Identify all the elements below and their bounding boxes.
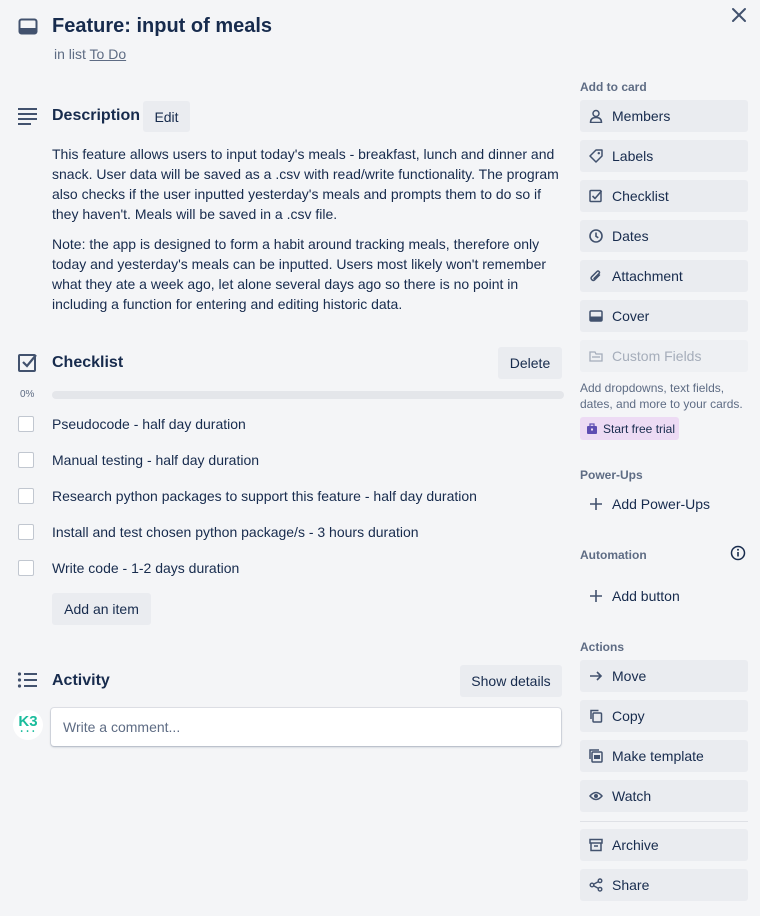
archive-button[interactable]: Archive [580,829,748,861]
comment-input[interactable]: Write a comment... [51,708,561,746]
members-button[interactable]: Members [580,100,748,132]
activity-icon [17,670,39,692]
add-item-button[interactable]: Add an item [52,593,151,625]
copy-icon [589,709,603,723]
description-paragraph: This feature allows users to input today… [52,146,559,222]
labels-label: Labels [612,148,654,164]
share-icon [589,878,603,892]
show-details-button[interactable]: Show details [460,665,562,697]
members-label: Members [612,108,671,124]
cover-icon [589,309,603,323]
checklist-item: Research python packages to support this… [18,486,477,506]
dates-button[interactable]: Dates [580,220,748,252]
add-button-button[interactable]: Add button [580,580,748,612]
checklist-item: Manual testing - half day duration [18,450,259,470]
eye-icon [589,789,603,803]
checklist-checkbox[interactable] [18,416,34,432]
custom-fields-button: Custom Fields [580,340,748,372]
checklist-item: Pseudocode - half day duration [18,414,246,434]
plus-icon [589,497,603,511]
archive-icon [589,838,603,852]
delete-checklist-button[interactable]: Delete [498,347,562,379]
copy-label: Copy [612,708,645,724]
checklist-item-label[interactable]: Pseudocode - half day duration [52,416,246,432]
paperclip-icon [589,269,603,283]
checkbox-icon [589,189,603,203]
close-icon[interactable] [729,5,749,25]
labels-button[interactable]: Labels [580,140,748,172]
move-label: Move [612,668,647,684]
list-prefix: in list [54,46,86,62]
checklist-button[interactable]: Checklist [580,180,748,212]
cover-button[interactable]: Cover [580,300,748,332]
share-label: Share [612,877,650,893]
attachment-button[interactable]: Attachment [580,260,748,292]
checklist-heading[interactable]: Checklist [52,354,123,372]
copy-button[interactable]: Copy [580,700,748,732]
make-template-button[interactable]: Make template [580,740,748,772]
arrow-right-icon [589,669,603,683]
custom-fields-label: Custom Fields [612,348,702,364]
share-button[interactable]: Share [580,869,748,901]
add-to-card-heading: Add to card [580,80,647,94]
dates-label: Dates [612,228,649,244]
custom-fields-icon [589,349,603,363]
checklist-checkbox[interactable] [18,488,34,504]
automation-heading: Automation [580,548,647,562]
move-button[interactable]: Move [580,660,748,692]
checklist-checkbox[interactable] [18,524,34,540]
checklist-checkbox[interactable] [18,560,34,576]
template-icon [589,749,603,763]
info-icon[interactable] [730,545,746,561]
start-free-trial-button[interactable]: Start free trial [580,417,679,440]
powerups-heading: Power-Ups [580,468,643,482]
trial-label: Start free trial [603,421,676,436]
make-template-label: Make template [612,748,704,764]
checklist-item-label[interactable]: Write code - 1-2 days duration [52,560,239,576]
watch-label: Watch [612,788,652,804]
list-link[interactable]: To Do [90,46,127,62]
briefcase-icon [586,422,598,435]
checklist-item: Write code - 1-2 days duration [18,558,239,578]
actions-heading: Actions [580,640,625,654]
checklist-item-label[interactable]: Install and test chosen python package/s… [52,524,419,540]
tag-icon [589,149,603,163]
add-powerups-button[interactable]: Add Power-Ups [580,488,748,520]
watch-button[interactable]: Watch [580,780,748,812]
description-icon [17,105,39,127]
avatar-dots: • • • [20,729,36,735]
plus-icon [589,589,603,603]
card-title[interactable]: Feature: input of meals [52,15,272,38]
sidebar-divider [580,821,748,822]
checklist-item: Install and test chosen python package/s… [18,522,419,542]
description-heading: Description [52,107,141,124]
avatar-initials: K3 [18,713,38,730]
edit-description-button[interactable]: Edit [143,101,190,132]
card-icon [18,17,38,37]
avatar[interactable]: K3 • • • [13,710,43,740]
progress-percent: 0% [20,389,35,400]
cover-label: Cover [612,308,650,324]
checklist-button-label: Checklist [612,188,669,204]
checklist-item-label[interactable]: Manual testing - half day duration [52,452,259,468]
custom-fields-note: Add dropdowns, text fields, dates, and m… [580,381,743,411]
activity-heading: Activity [52,672,110,689]
checklist-checkbox[interactable] [18,452,34,468]
clock-icon [589,229,603,243]
person-icon [589,109,603,123]
checklist-icon [17,352,39,374]
description-text[interactable]: This feature allows users to input today… [52,144,562,324]
card-list-line: in list To Do [54,46,126,62]
progress-bar [52,391,564,399]
description-paragraph: Note: the app is designed to form a habi… [52,236,547,312]
checklist-item-label[interactable]: Research python packages to support this… [52,488,477,504]
add-button-label: Add button [612,588,680,604]
archive-label: Archive [612,837,659,853]
attachment-label: Attachment [612,268,683,284]
add-powerups-label: Add Power-Ups [612,496,711,512]
